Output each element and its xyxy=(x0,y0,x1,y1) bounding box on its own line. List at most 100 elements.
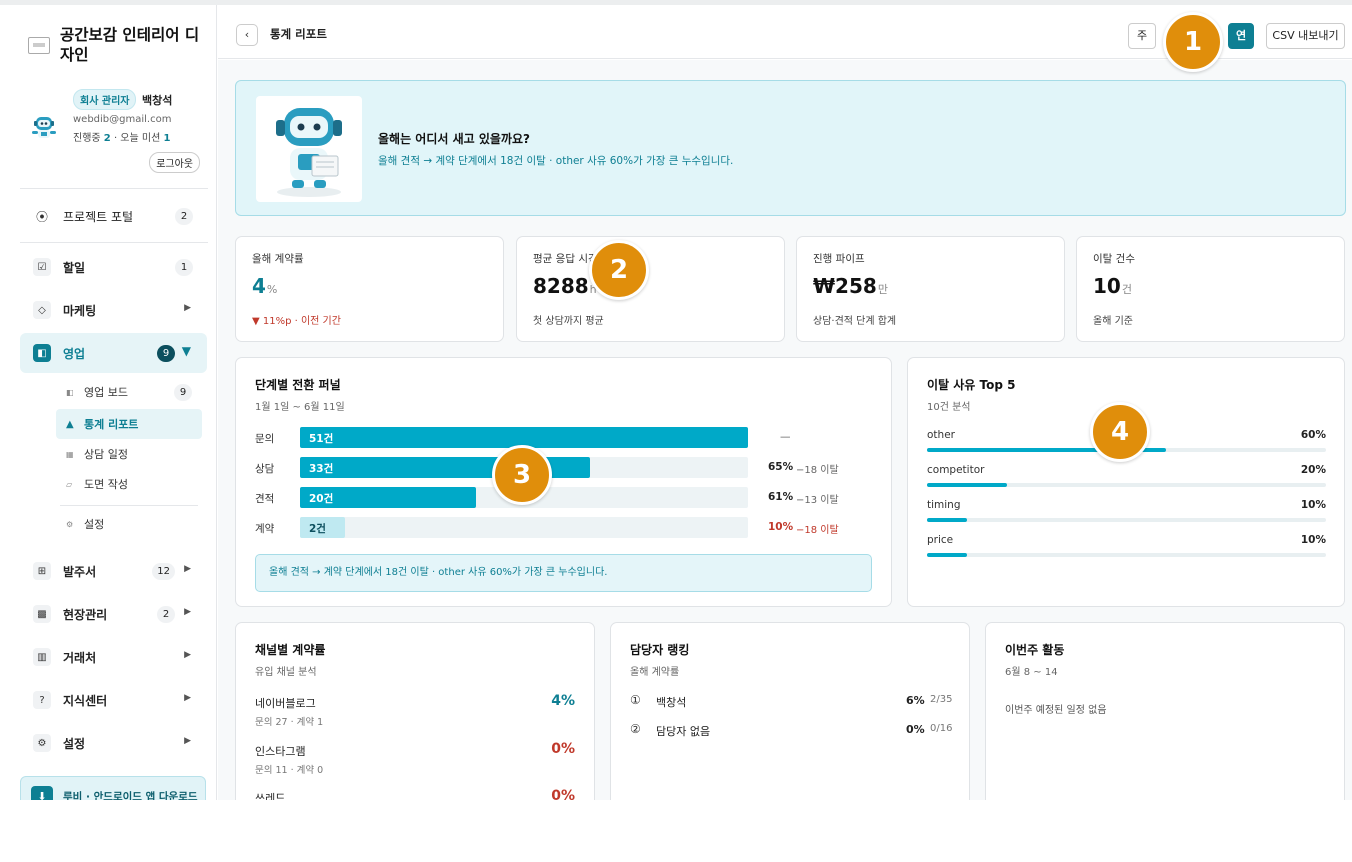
sidebar-item-label: 영업 xyxy=(63,346,86,361)
app-window: 공간보감 인테리어 디자인 회사 관리자 백창석 webdib@gmail.co… xyxy=(0,0,1352,800)
rank-name: 담당자 없음 xyxy=(656,725,711,738)
checkbox-icon: ☑ xyxy=(33,258,51,276)
count-badge: 9 xyxy=(174,383,192,401)
funnel-row: 계약 2건 10% −18 이탈 xyxy=(255,517,855,539)
stat-number: ₩258 xyxy=(813,274,877,298)
sidebar-item-site[interactable]: ▩ 현장관리 2 ▶ xyxy=(20,594,207,634)
sidebar-subitem-stats-report[interactable]: ▲ 통계 리포트 xyxy=(56,409,202,439)
sidebar-item-orders[interactable]: ⊞ 발주서 12 ▶ xyxy=(20,551,207,591)
sidebar-subitem-drawing[interactable]: ▱ 도면 작성 xyxy=(56,469,202,499)
sidebar-subitem-schedule[interactable]: ▦ 상담 일정 xyxy=(56,439,202,469)
reason-label: timing xyxy=(927,499,961,511)
reason-bar xyxy=(927,483,1007,487)
subitem-label: 통계 리포트 xyxy=(84,418,139,431)
reason-row: competitor 20% xyxy=(927,464,1326,494)
sidebar-item-sales[interactable]: ◧ 영업 9 ▼ xyxy=(20,333,207,373)
channel-name: 네이버블로그 xyxy=(255,697,316,710)
funnel-conversion: 61% xyxy=(768,491,794,503)
stat-card-churn-count: 이탈 건수 10건 올해 기준 xyxy=(1076,236,1345,342)
logout-button[interactable]: 로그아웃 xyxy=(149,152,200,173)
weekly-activity-card: 이번주 활동 6월 8 ~ 14 이번주 예정된 일정 없음 xyxy=(985,622,1345,800)
sidebar-subitem-settings[interactable]: ⚙ 설정 xyxy=(56,509,202,539)
period-week-button[interactable]: 주 xyxy=(1128,23,1156,49)
stat-number: 4 xyxy=(252,274,266,298)
stat-card-contract-rate: 올해 계약률 4% ▼ 11%p · 이전 기간 xyxy=(235,236,504,342)
building-icon: ▥ xyxy=(33,648,51,666)
channels-title: 채널별 계약률 xyxy=(255,643,326,657)
reason-pct: 10% xyxy=(1300,534,1326,546)
rank-number: ① xyxy=(630,693,641,707)
chevron-right-icon: ▶ xyxy=(184,693,191,703)
funnel-row: 상담 33건 65% −18 이탈 xyxy=(255,457,855,479)
sidebar-item-label: 현장관리 xyxy=(63,607,108,622)
today-missions-count: 1 xyxy=(163,133,171,144)
reason-track xyxy=(927,553,1326,557)
insight-banner: 올해는 어디서 새고 있을까요? 올해 견적 → 계약 단계에서 18건 이탈 … xyxy=(235,80,1346,216)
reason-pct: 20% xyxy=(1300,464,1326,476)
stat-sub: ▼ 11%p · 이전 기간 xyxy=(252,316,341,327)
reasons-title: 이탈 사유 Top 5 xyxy=(927,378,1016,392)
reason-label: other xyxy=(927,429,955,441)
sidebar-item-todo[interactable]: ☑ 할일 1 xyxy=(20,247,207,287)
reason-track xyxy=(927,483,1326,487)
count-badge: 9 xyxy=(157,345,175,362)
subitem-label: 상담 일정 xyxy=(84,448,128,461)
stat-label: 올해 계약률 xyxy=(252,253,304,265)
app-download-button[interactable]: ⬇ 루비 · 안드로이드 앱 다운로드 xyxy=(20,776,206,800)
sidebar-item-label: 지식센터 xyxy=(63,693,108,708)
sidebar-item-portal[interactable]: ⦿ 프로젝트 포털 2 xyxy=(20,196,207,236)
calendar-icon: ▦ xyxy=(66,449,74,459)
funnel-row: 견적 20건 61% −13 이탈 xyxy=(255,487,855,509)
reason-bar xyxy=(927,518,967,522)
stat-unit: % xyxy=(266,283,278,296)
company-logo-icon xyxy=(28,37,50,54)
rank-pct: 0% xyxy=(906,723,925,736)
funnel-dropoff: −18 이탈 xyxy=(796,525,839,536)
stat-card-response-time: 평균 응답 시간 8288h 첫 상담까지 평균 xyxy=(516,236,785,342)
funnel-stage: 계약 xyxy=(255,523,275,535)
sidebar-item-knowledge[interactable]: ? 지식센터 ▶ xyxy=(20,680,207,720)
period-year-button[interactable]: 연 xyxy=(1228,23,1254,49)
subitem-label: 영업 보드 xyxy=(84,386,128,399)
count-badge: 12 xyxy=(152,563,175,580)
banner-description: 올해 견적 → 계약 단계에서 18건 이탈 · other 사유 60%가 가… xyxy=(378,155,734,167)
user-progress: 진행중 2 · 오늘 미션 1 xyxy=(73,129,203,144)
sidebar-subitem-sales-board[interactable]: ◧ 영업 보드 9 xyxy=(56,377,202,407)
back-button[interactable]: ‹ xyxy=(236,24,258,46)
stat-sub: 첫 상담까지 평균 xyxy=(533,316,604,327)
sidebar-item-label: 설정 xyxy=(63,736,86,751)
funnel-conversion: 65% xyxy=(768,461,794,473)
chevron-right-icon: ▶ xyxy=(184,303,191,313)
sidebar: 공간보감 인테리어 디자인 회사 관리자 백창석 webdib@gmail.co… xyxy=(0,5,217,800)
stat-label: 이탈 건수 xyxy=(1093,253,1135,265)
ranking-card: 담당자 랭킹 올해 계약률 ① 백창석 6% 2/35 ② 담당자 없음 0% … xyxy=(610,622,970,800)
gear-icon: ⚙ xyxy=(66,519,74,529)
sidebar-item-settings[interactable]: ⚙ 설정 ▶ xyxy=(20,723,207,763)
stat-value: ₩258만 xyxy=(813,274,888,298)
progress-label: 진행중 xyxy=(73,133,101,144)
channel-pct: 0% xyxy=(551,788,575,800)
stat-unit: 만 xyxy=(877,283,888,296)
robot-avatar-icon xyxy=(32,117,56,138)
csv-export-button[interactable]: CSV 내보내기 xyxy=(1266,23,1345,49)
sidebar-item-marketing[interactable]: ◇ 마케팅 ▶ xyxy=(20,290,207,330)
robot-mascot-icon xyxy=(276,108,342,197)
user-email: webdib@gmail.com xyxy=(73,114,172,125)
stat-value: 8288h xyxy=(533,274,597,298)
reasons-sub: 10건 분석 xyxy=(927,402,971,413)
reason-bar xyxy=(927,553,967,557)
chevron-right-icon: ▶ xyxy=(184,736,191,746)
missions-label: · 오늘 미션 xyxy=(113,133,161,144)
reason-label: price xyxy=(927,534,954,546)
sidebar-divider xyxy=(60,505,198,506)
rank-number: ② xyxy=(630,722,641,736)
sidebar-item-vendors[interactable]: ▥ 거래처 ▶ xyxy=(20,637,207,677)
download-icon: ⬇ xyxy=(31,786,53,800)
channels-card: 채널별 계약률 유입 채널 분석 네이버블로그 문의 27 · 계약 1 4% … xyxy=(235,622,595,800)
reason-row: price 10% xyxy=(927,534,1326,564)
page-title: 통계 리포트 xyxy=(270,27,327,41)
funnel-bar-label: 33건 xyxy=(309,463,334,475)
funnel-bar-label: 2건 xyxy=(309,523,326,535)
chevron-down-icon: ▼ xyxy=(181,344,191,358)
channel-sub: 문의 11 · 계약 0 xyxy=(255,765,324,776)
